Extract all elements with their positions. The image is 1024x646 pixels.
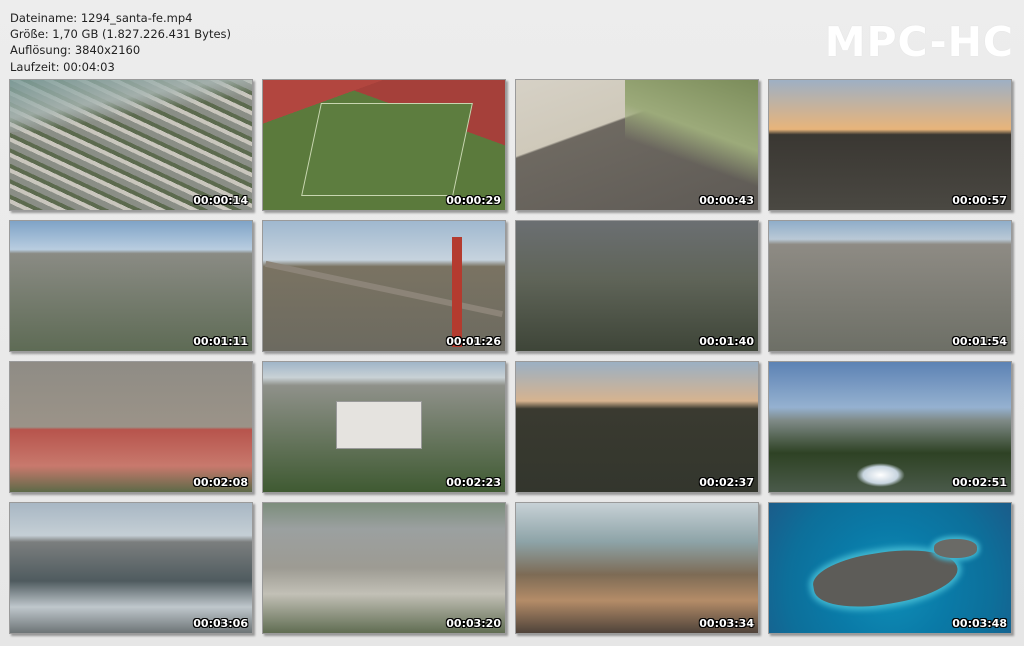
- timestamp: 00:00:57: [952, 194, 1007, 207]
- thumbnail-beach[interactable]: 00:00:43: [515, 79, 759, 211]
- thumbnail-city-skyline[interactable]: 00:01:11: [9, 220, 253, 352]
- timestamp: 00:03:06: [193, 617, 248, 630]
- timestamp: 00:01:40: [699, 335, 754, 348]
- timestamp: 00:03:34: [699, 617, 754, 630]
- thumbnail-sunset-city[interactable]: 00:00:57: [768, 79, 1012, 211]
- thumbnail-city-plaza[interactable]: 00:00:14: [9, 79, 253, 211]
- timestamp: 00:03:20: [446, 617, 501, 630]
- thumbnail-stadium-stands[interactable]: 00:02:08: [9, 361, 253, 493]
- timestamp: 00:01:54: [952, 335, 1007, 348]
- thumbnail-island[interactable]: 00:03:48: [768, 502, 1012, 634]
- thumbnail-dissolve[interactable]: 00:01:40: [515, 220, 759, 352]
- thumbnail-white-building[interactable]: 00:02:23: [262, 361, 506, 493]
- thumbnail-river-city[interactable]: 00:03:06: [9, 502, 253, 634]
- timestamp: 00:02:08: [193, 476, 248, 489]
- timestamp: 00:02:23: [446, 476, 501, 489]
- thumbnail-stadium[interactable]: 00:00:29: [262, 79, 506, 211]
- thumbnail-skyscrapers[interactable]: 00:03:34: [515, 502, 759, 634]
- timestamp: 00:02:51: [952, 476, 1007, 489]
- thumbnail-government-house[interactable]: 00:03:20: [262, 502, 506, 634]
- timestamp: 00:03:48: [952, 617, 1007, 630]
- thumbnail-bridge[interactable]: 00:01:26: [262, 220, 506, 352]
- timestamp: 00:02:37: [699, 476, 754, 489]
- timestamp: 00:01:26: [446, 335, 501, 348]
- timestamp: 00:01:11: [193, 335, 248, 348]
- timestamp: 00:00:14: [193, 194, 248, 207]
- thumbnail-grid: 00:00:14 00:00:29 00:00:43 00:00:57 00:0…: [0, 0, 1024, 646]
- timestamp: 00:00:43: [699, 194, 754, 207]
- thumbnail-city-wide[interactable]: 00:01:54: [768, 220, 1012, 352]
- thumbnail-lake-glow[interactable]: 00:02:51: [768, 361, 1012, 493]
- thumbnail-dusk-field[interactable]: 00:02:37: [515, 361, 759, 493]
- timestamp: 00:00:29: [446, 194, 501, 207]
